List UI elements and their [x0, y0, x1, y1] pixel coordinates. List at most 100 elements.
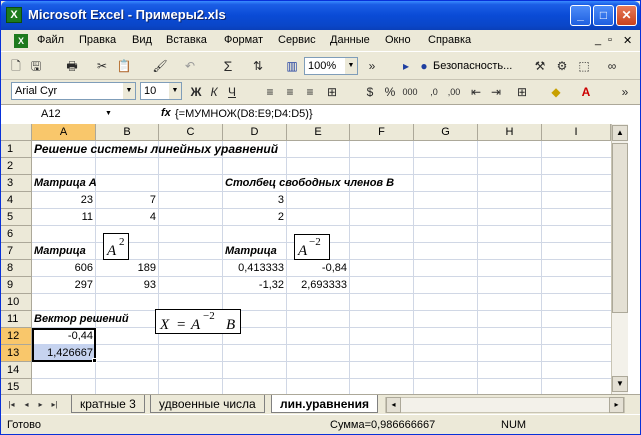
- equation-a-inverse-squared[interactable]: A −2: [294, 234, 330, 260]
- thousands-separator-icon[interactable]: 000: [399, 83, 421, 101]
- menu-data[interactable]: Данные: [330, 34, 370, 46]
- autosum-icon[interactable]: Σ: [219, 57, 237, 75]
- worksheet-grid[interactable]: A B C D E F G H I 1 2 3 4 5 6 7 8 9 10 1…: [1, 124, 640, 394]
- column-header-h[interactable]: H: [478, 124, 542, 141]
- row-header-7[interactable]: 7: [1, 243, 32, 260]
- vertical-scrollbar[interactable]: ▲ ▼: [611, 124, 628, 394]
- prev-sheet-icon[interactable]: ◂: [20, 398, 33, 411]
- sheet-tab-lin-uravneniya[interactable]: лин.уравнения: [271, 395, 379, 413]
- menu-format[interactable]: Формат: [224, 34, 263, 46]
- cell-a7[interactable]: Матрица: [34, 243, 86, 260]
- row-header-5[interactable]: 5: [1, 209, 32, 226]
- print-icon[interactable]: 🖶: [63, 57, 81, 75]
- security-button[interactable]: Безопасность...: [433, 60, 512, 72]
- row-header-2[interactable]: 2: [1, 158, 32, 175]
- toolbar-overflow-icon-2[interactable]: »: [616, 83, 634, 101]
- chart-wizard-icon[interactable]: ▥: [283, 57, 301, 75]
- equation-a-squared[interactable]: A 2: [103, 233, 129, 260]
- record-icon[interactable]: ●: [415, 57, 433, 75]
- map-icon[interactable]: ⬚: [575, 57, 593, 75]
- toolbar-overflow-icon[interactable]: »: [363, 57, 381, 75]
- column-header-e[interactable]: E: [287, 124, 350, 141]
- column-header-b[interactable]: B: [96, 124, 159, 141]
- cell-e8[interactable]: -0,84: [287, 260, 350, 277]
- cell-a5[interactable]: 11: [32, 209, 96, 226]
- doc-close-button[interactable]: ✕: [623, 34, 632, 47]
- format-painter-icon[interactable]: 🖌: [151, 57, 169, 75]
- cell-a13[interactable]: 1,426667: [32, 345, 96, 362]
- column-header-a[interactable]: A: [32, 124, 96, 141]
- glasses-icon[interactable]: ∞: [603, 57, 621, 75]
- tools-icon[interactable]: ⚙: [553, 57, 571, 75]
- menu-help[interactable]: Справка: [428, 34, 471, 46]
- row-header-1[interactable]: 1: [1, 141, 32, 158]
- maximize-button[interactable]: □: [593, 5, 614, 26]
- name-box-dropdown-icon[interactable]: ▼: [105, 110, 112, 117]
- cell-b5[interactable]: 4: [96, 209, 159, 226]
- font-size-select[interactable]: 10 ▼: [140, 82, 182, 100]
- row-header-13[interactable]: 13: [1, 345, 32, 362]
- zoom-select[interactable]: 100% ▼: [304, 57, 358, 75]
- scroll-down-icon[interactable]: ▼: [612, 376, 628, 392]
- drawing-icon[interactable]: ⚒: [531, 57, 549, 75]
- cell-d7[interactable]: Матрица: [225, 243, 277, 260]
- italic-icon[interactable]: К: [205, 83, 223, 101]
- paste-icon[interactable]: 📋: [115, 57, 133, 75]
- horizontal-scrollbar[interactable]: ◂ ▸: [385, 397, 625, 413]
- formula-input[interactable]: {=МУМНОЖ(D8:E9;D4:D5)}: [175, 108, 313, 120]
- row-header-3[interactable]: 3: [1, 175, 32, 192]
- align-left-icon[interactable]: ≡: [261, 83, 279, 101]
- cell-d3[interactable]: Столбец свободных членов В: [225, 175, 394, 192]
- equation-solution[interactable]: X = A −2 B: [155, 309, 241, 334]
- row-header-14[interactable]: 14: [1, 362, 32, 379]
- cell-a8[interactable]: 606: [32, 260, 96, 277]
- menu-edit[interactable]: Правка: [79, 34, 116, 46]
- sheet-tab-udvoennye[interactable]: удвоенные числа: [150, 395, 265, 413]
- cut-icon[interactable]: ✂: [93, 57, 111, 75]
- sort-ascending-icon[interactable]: ⇅: [249, 57, 267, 75]
- menu-window[interactable]: Окно: [385, 34, 411, 46]
- cell-b9[interactable]: 93: [96, 277, 159, 294]
- row-header-12[interactable]: 12: [1, 328, 32, 345]
- column-header-f[interactable]: F: [350, 124, 414, 141]
- insert-function-icon[interactable]: fx: [161, 107, 171, 119]
- underline-icon[interactable]: Ч: [223, 83, 241, 101]
- currency-icon[interactable]: $: [361, 83, 379, 101]
- cell-e9[interactable]: 2,693333: [287, 277, 350, 294]
- cell-a9[interactable]: 297: [32, 277, 96, 294]
- sheet-tab-kratnye[interactable]: кратные 3: [71, 395, 145, 413]
- row-header-15[interactable]: 15: [1, 379, 32, 394]
- save-icon[interactable]: 🖫: [27, 57, 45, 75]
- cell-a4[interactable]: 23: [32, 192, 96, 209]
- menu-view[interactable]: Вид: [132, 34, 152, 46]
- cell-a12[interactable]: -0,44: [32, 328, 96, 345]
- select-all-corner[interactable]: [1, 124, 32, 141]
- cell-a11[interactable]: Вектор решений: [34, 311, 129, 328]
- increase-decimal-icon[interactable]: ,0: [425, 83, 443, 101]
- minimize-button[interactable]: _: [570, 5, 591, 26]
- cell-a3[interactable]: Матрица А: [34, 175, 97, 192]
- row-header-10[interactable]: 10: [1, 294, 32, 311]
- scroll-right-icon[interactable]: ▸: [609, 397, 624, 413]
- row-header-9[interactable]: 9: [1, 277, 32, 294]
- close-button[interactable]: ✕: [616, 5, 637, 26]
- cell-d5[interactable]: 2: [223, 209, 287, 226]
- column-header-g[interactable]: G: [414, 124, 478, 141]
- percent-icon[interactable]: %: [381, 83, 399, 101]
- cell-d8[interactable]: 0,413333: [223, 260, 287, 277]
- column-header-i[interactable]: I: [542, 124, 611, 141]
- undo-icon[interactable]: ↶: [181, 57, 199, 75]
- vertical-scroll-thumb[interactable]: [612, 143, 628, 313]
- decrease-indent-icon[interactable]: ⇤: [467, 83, 485, 101]
- first-sheet-icon[interactable]: |◂: [5, 398, 18, 411]
- scroll-up-icon[interactable]: ▲: [612, 125, 628, 141]
- align-center-icon[interactable]: ≡: [281, 83, 299, 101]
- next-sheet-icon[interactable]: ▸: [34, 398, 47, 411]
- decrease-decimal-icon[interactable]: ,00: [445, 83, 463, 101]
- menu-tools[interactable]: Сервис: [278, 34, 316, 46]
- row-header-6[interactable]: 6: [1, 226, 32, 243]
- bold-icon[interactable]: Ж: [187, 83, 205, 101]
- workbook-icon[interactable]: X: [14, 34, 28, 48]
- row-header-11[interactable]: 11: [1, 311, 32, 328]
- row-header-8[interactable]: 8: [1, 260, 32, 277]
